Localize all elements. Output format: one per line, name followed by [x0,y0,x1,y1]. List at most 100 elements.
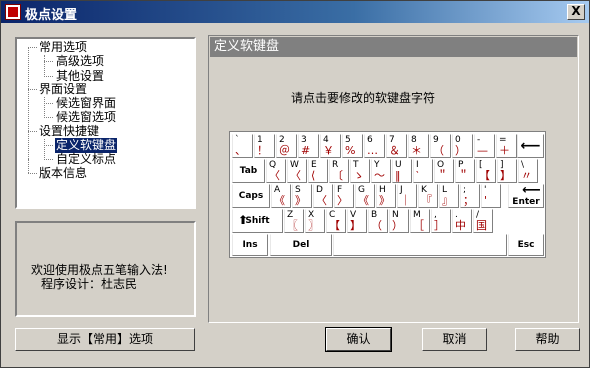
key-shift-label: 《 [358,194,369,207]
row3-key-4[interactable]: G 《 [355,184,375,208]
key-shift-label: 【 [329,219,340,232]
row2-key-1[interactable]: W 〈 [287,159,307,183]
row3-key-0[interactable]: A 《 [271,184,291,208]
row3-key-10[interactable]: ' ' [481,184,501,208]
row2-key-7[interactable]: I ‵ [413,159,433,183]
row4-key-2[interactable]: C 【 [326,209,346,233]
key-shift-label: 》 [295,194,306,207]
row3-key-2[interactable]: D 〈 [313,184,333,208]
key-shift-label: ⟨ [311,169,316,182]
enter-key[interactable]: Enter ⟵ [508,183,544,208]
esc-key[interactable]: Esc [508,234,544,256]
key-shift-label: ＆ [389,144,400,157]
key-shift-label: 〃 [521,169,532,182]
row1-key-0[interactable]: `、 [232,134,253,158]
row3-key-1[interactable]: S 》 [292,184,312,208]
row4-key-1[interactable]: X 〗 [305,209,325,233]
row1-key-1[interactable]: 1！ [254,134,275,158]
row1-key-6[interactable]: 6… [364,134,385,158]
row1-key-11[interactable]: - — [474,134,495,158]
row2-key-0[interactable]: Q 〈 [266,159,286,183]
tree-item-custom-punctuation[interactable]: 自定义标点 [55,152,117,167]
backspace-key[interactable]: ⟵ [517,134,544,158]
row2-key-11[interactable]: ]】 [497,159,517,183]
key-shift-label: # [301,144,311,157]
settings-tree[interactable]: 常用选项 高级选项 其他设置 界面设置 候选窗界面 候选窗选项 设置快捷键 定义… [15,37,196,209]
key-shift-label: ） [392,219,403,232]
row2-key-6[interactable]: U ‖ [392,159,412,183]
row1-key-3[interactable]: 3 # [298,134,319,158]
row1-key-10[interactable]: 0） [452,134,473,158]
key-shift-label: % [345,144,356,157]
ins-key[interactable]: Ins [232,234,268,256]
key-shift-label: ； [463,194,474,207]
row2-key-4[interactable]: Tゝ [350,159,370,183]
row3-key-8[interactable]: L』 [439,184,459,208]
tree-item-candidate-ui[interactable]: 候选窗界面 [55,96,117,111]
row1-key-4[interactable]: 4 ￥ [320,134,341,158]
tree-item-version[interactable]: 版本信息 [38,166,88,181]
show-common-button[interactable]: 显示【常用】选项 [15,328,195,351]
close-button[interactable]: X [567,4,585,20]
tree-item-soft-keyboard[interactable]: 定义软键盘 [55,138,118,153]
tree-item-shortcuts[interactable]: 设置快捷键 [38,124,100,139]
title-bar: 极点设置 X [1,1,589,23]
row1-key-8[interactable]: 8 ＊ [408,134,429,158]
key-shift-label: ゝ [353,169,364,182]
key-shift-label: 〈 [316,194,327,207]
row1-key-2[interactable]: 2 ＠ [276,134,297,158]
tree-item-advanced[interactable]: 高级选项 [55,54,105,69]
row1-key-5[interactable]: 5% [342,134,363,158]
shift-arrow-icon: ⬆ [238,213,249,227]
tree-item-common[interactable]: 常用选项 [38,40,88,55]
key-shift-label: 〉 [337,194,348,207]
key-shift-label: 〈 [269,169,280,182]
row4-key-0[interactable]: Z 〖 [284,209,304,233]
row2-key-8[interactable]: O ＂ [434,159,454,183]
row3-key-9[interactable]: ;； [460,184,480,208]
shift-key[interactable]: Shift ⬆ [232,209,283,233]
row2-key-2[interactable]: E ⟨ [308,159,328,183]
row4-key-5[interactable]: N） [389,209,409,233]
row3-key-5[interactable]: H 》 [376,184,396,208]
key-shift-label: （ [371,219,382,232]
key-shift-label: ' [484,194,488,207]
del-key[interactable]: Del [270,234,332,256]
row2-key-9[interactable]: P ＂ [455,159,475,183]
tab-key[interactable]: Tab [232,159,265,183]
row1-key-9[interactable]: 9 （ [430,134,451,158]
key-shift-label: ＠ [279,144,290,157]
welcome-box: 欢迎使用极点五笔输入法! 程序设计：杜志民 [15,221,196,317]
help-button[interactable]: 帮助 [515,328,580,351]
row3-key-3[interactable]: F 〉 [334,184,354,208]
row3-key-7[interactable]: K 『 [418,184,438,208]
tree-item-interface[interactable]: 界面设置 [38,82,88,97]
ok-button[interactable]: 确认 [325,327,392,352]
key-shift-label: ｜ [400,194,411,207]
cancel-button[interactable]: 取消 [422,328,487,351]
key-shift-label: 国 [476,219,487,232]
tree-item-candidate-options[interactable]: 候选窗选项 [55,110,117,125]
key-shift-label: ‖ [395,169,401,182]
row2-key-3[interactable]: R 〔 [329,159,349,183]
row2-key-5[interactable]: Y 〜 [371,159,391,183]
row2-key-10[interactable]: [【 [476,159,496,183]
row4-key-6[interactable]: M ［ [410,209,430,233]
space-key[interactable] [333,234,507,256]
key-shift-label: ［ [413,219,424,232]
row3-key-6[interactable]: J ｜ [397,184,417,208]
row4-key-8[interactable]: .中 [452,209,472,233]
key-shift-label: … [367,144,378,157]
row4-key-4[interactable]: B （ [368,209,388,233]
row1-key-12[interactable]: = ＋ [496,134,517,158]
row4-key-3[interactable]: V】 [347,209,367,233]
row2-key-12[interactable]: \ 〃 [518,159,538,183]
app-icon [5,4,21,20]
row4-key-9[interactable]: / 国 [473,209,493,233]
row1-key-7[interactable]: 7 ＆ [386,134,407,158]
row4-key-7[interactable]: , ］ [431,209,451,233]
settings-window: 极点设置 X 常用选项 高级选项 其他设置 界面设置 候选窗界面 候选窗选项 设… [0,0,590,368]
key-shift-label: 、 [235,144,246,157]
key-shift-label: 】 [500,169,511,182]
caps-key[interactable]: Caps [232,184,270,208]
